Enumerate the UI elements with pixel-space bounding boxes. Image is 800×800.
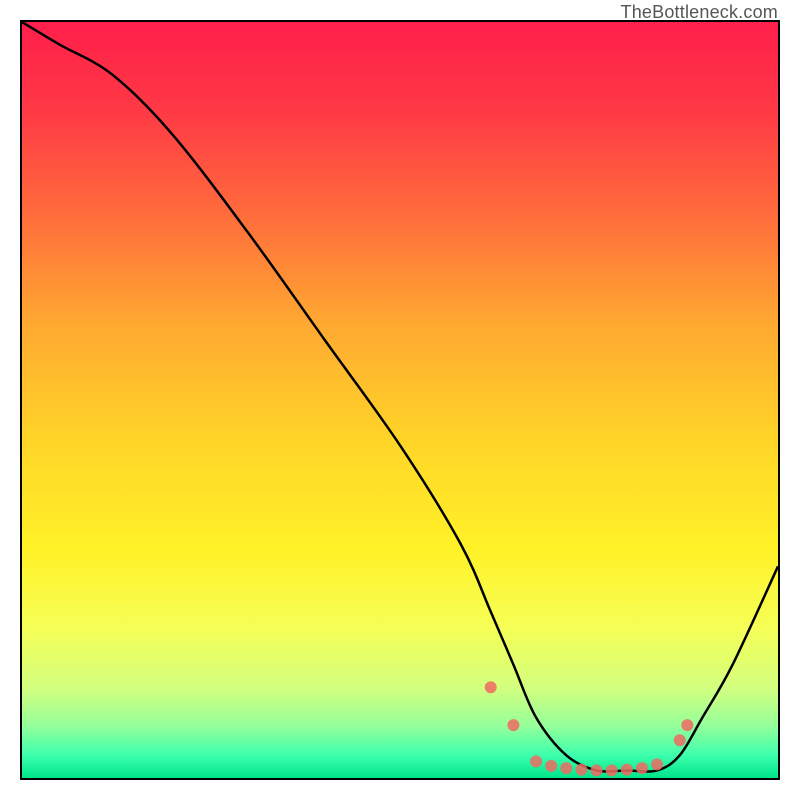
highlight-dot (674, 734, 686, 746)
chart-container: TheBottleneck.com (0, 0, 800, 800)
highlight-dot (681, 719, 693, 731)
highlight-dot (591, 764, 603, 776)
highlight-dot (560, 762, 572, 774)
highlight-dot (636, 762, 648, 774)
highlight-dots (485, 681, 694, 776)
chart-svg (22, 22, 778, 778)
highlight-dot (530, 755, 542, 767)
bottleneck-curve (22, 22, 778, 772)
highlight-dot (485, 681, 497, 693)
highlight-dot (545, 760, 557, 772)
highlight-dot (575, 764, 587, 776)
highlight-dot (606, 764, 618, 776)
highlight-dot (621, 764, 633, 776)
plot-area (20, 20, 780, 780)
highlight-dot (651, 758, 663, 770)
highlight-dot (507, 719, 519, 731)
